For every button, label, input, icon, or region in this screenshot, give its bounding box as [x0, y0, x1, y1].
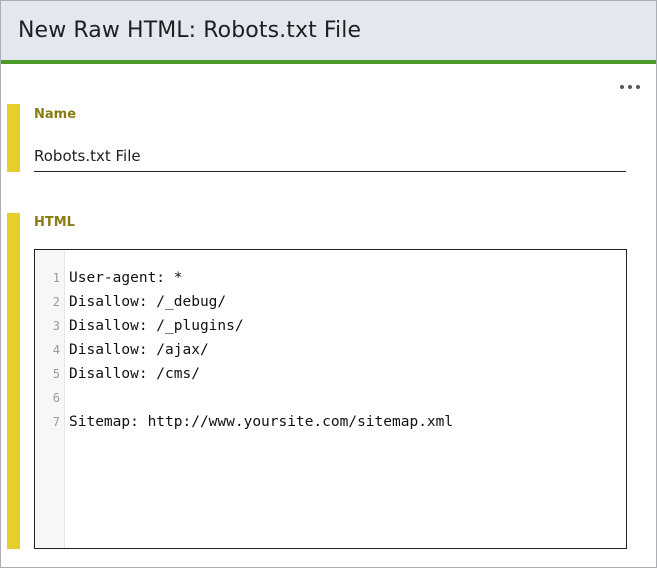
code-line[interactable]: Disallow: /cms/ [69, 362, 626, 386]
line-number-gutter: 1 2 3 4 5 6 7 [35, 250, 65, 548]
code-content[interactable]: User-agent: * Disallow: /_debug/Disallow:… [65, 250, 626, 548]
more-options-icon[interactable] [620, 81, 640, 93]
dot [620, 85, 624, 89]
code-line[interactable]: Disallow: /_plugins/ [69, 314, 626, 338]
code-line[interactable] [69, 386, 626, 410]
name-input[interactable] [34, 141, 626, 172]
code-line[interactable]: User-agent: * [69, 266, 626, 290]
html-code-editor[interactable]: 1 2 3 4 5 6 7 User-agent: * Disallow: /_debug/D… [34, 249, 627, 549]
dialog-window: New Raw HTML: Robots.txt File Name HTML … [0, 0, 657, 568]
line-number: 2 [52, 295, 60, 309]
line-number: 7 [52, 415, 60, 429]
line-number: 5 [52, 367, 60, 381]
dot [628, 85, 632, 89]
html-field-label: HTML [34, 215, 75, 230]
dot [636, 85, 640, 89]
name-field-label: Name [34, 107, 77, 122]
line-number: 4 [52, 343, 60, 357]
code-line[interactable]: Disallow: /_debug/ [69, 290, 626, 314]
dialog-header: New Raw HTML: Robots.txt File [1, 1, 656, 64]
line-number: 3 [52, 319, 60, 333]
name-field-marker [7, 104, 20, 172]
code-line[interactable]: Sitemap: http://www.yoursite.com/sitemap… [69, 410, 626, 434]
code-line[interactable]: Disallow: /ajax/ [69, 338, 626, 362]
dialog-title: New Raw HTML: Robots.txt File [18, 18, 362, 43]
line-number: 6 [52, 391, 60, 405]
html-field-marker [7, 213, 20, 549]
line-number: 1 [52, 271, 60, 285]
